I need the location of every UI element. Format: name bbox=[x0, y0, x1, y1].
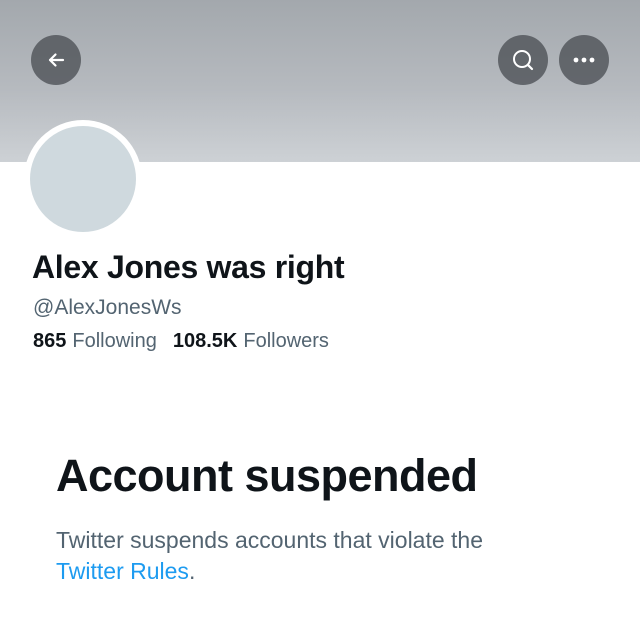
suspended-message: Twitter suspends accounts that violate t… bbox=[56, 525, 596, 587]
suspended-message-text: Twitter suspends accounts that violate t… bbox=[56, 527, 484, 553]
profile-handle: @AlexJonesWs bbox=[33, 296, 182, 319]
following-label: Following bbox=[72, 330, 157, 352]
avatar-border bbox=[24, 120, 142, 238]
profile-stats: 865 Following 108.5K Followers bbox=[33, 330, 329, 353]
more-horizontal-icon bbox=[571, 56, 597, 64]
search-icon bbox=[510, 47, 536, 73]
avatar[interactable] bbox=[30, 126, 136, 232]
back-button[interactable] bbox=[31, 35, 81, 85]
following-count: 865 bbox=[33, 330, 67, 352]
profile-display-name: Alex Jones was right bbox=[32, 249, 345, 285]
twitter-rules-link[interactable]: Twitter Rules bbox=[56, 558, 189, 584]
suspended-message-end: . bbox=[188, 558, 196, 584]
following-stat[interactable]: 865 Following bbox=[33, 330, 157, 353]
followers-label: Followers bbox=[243, 330, 329, 352]
more-options-button[interactable] bbox=[559, 35, 609, 85]
arrow-left-icon bbox=[44, 48, 68, 72]
followers-stat[interactable]: 108.5K Followers bbox=[173, 330, 329, 353]
search-button[interactable] bbox=[498, 35, 548, 85]
suspended-title: Account suspended bbox=[56, 450, 478, 501]
followers-count: 108.5K bbox=[172, 330, 238, 352]
